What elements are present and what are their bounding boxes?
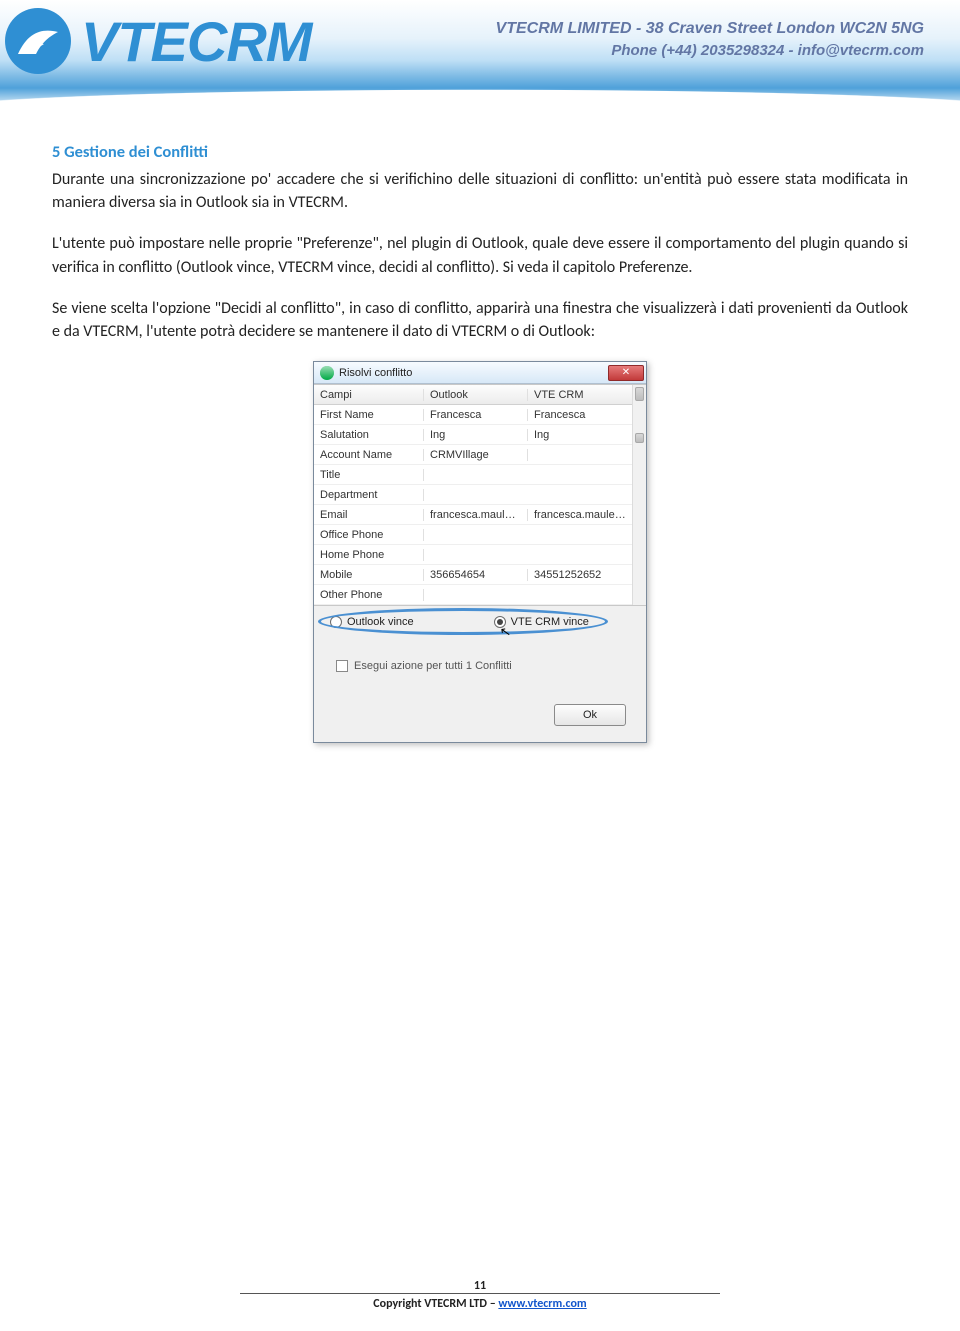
cell-vtecrm: 34551252652 [528, 569, 632, 581]
footer-link[interactable]: www.vtecrm.com [498, 1297, 586, 1311]
page-footer: 11 Copyright VTECRM LTD – www.vtecrm.com [0, 1279, 960, 1311]
table-row[interactable]: Home Phone [314, 545, 646, 565]
radio-outlook-wins[interactable]: Outlook vince [330, 616, 414, 628]
radio-vtecrm-label: VTE CRM vince [511, 616, 589, 628]
cell-field: First Name [314, 409, 424, 421]
dialog-title: Risolvi conflitto [339, 367, 412, 379]
conflict-dialog: Risolvi conflitto ✕ Campi Outlook VTE CR… [313, 361, 647, 743]
header-wave [0, 60, 960, 110]
dialog-titlebar[interactable]: Risolvi conflitto ✕ [314, 362, 646, 384]
radio-icon [330, 616, 342, 628]
cell-field: Mobile [314, 569, 424, 581]
paragraph-1: Durante una sincronizzazione po' accader… [52, 168, 908, 214]
scroll-thumb [635, 433, 644, 443]
header-phone-email: Phone (+44) 2035298324 - info@vtecrm.com [496, 42, 924, 59]
page-header: VTECRM VTECRM LIMITED - 38 Craven Street… [0, 0, 960, 110]
cell-outlook: Francesca [424, 409, 528, 421]
table-row[interactable]: Department [314, 485, 646, 505]
radio-outlook-label: Outlook vince [347, 616, 414, 628]
apply-all-label: Esegui azione per tutti 1 Conflitti [354, 660, 512, 672]
table-row[interactable]: Office Phone [314, 525, 646, 545]
cell-field: Email [314, 509, 424, 521]
cell-outlook: francesca.maule@cr... [424, 509, 528, 521]
section-title: 5 Gestione dei Conflitti [52, 142, 908, 162]
table-header-row: Campi Outlook VTE CRM [314, 385, 646, 405]
footer-divider [240, 1293, 720, 1294]
cell-field: Other Phone [314, 589, 424, 601]
table-row[interactable]: Mobile 356654654 34551252652 [314, 565, 646, 585]
cell-field: Home Phone [314, 549, 424, 561]
column-header-vtecrm[interactable]: VTE CRM [528, 389, 632, 401]
close-button[interactable]: ✕ [608, 365, 644, 381]
copyright-line: Copyright VTECRM LTD – www.vtecrm.com [0, 1297, 960, 1311]
scrollbar[interactable] [632, 385, 646, 605]
app-icon [320, 366, 334, 380]
cell-field: Title [314, 469, 424, 481]
cell-vtecrm: francesca.maule@cr... [528, 509, 632, 521]
dialog-buttons: Ok [314, 680, 646, 742]
conflict-choice-area: Outlook vince VTE CRM vince ↖ [314, 606, 646, 642]
page-number: 11 [0, 1279, 960, 1293]
cell-field: Department [314, 489, 424, 501]
table-row[interactable]: Other Phone [314, 585, 646, 605]
conflict-table: Campi Outlook VTE CRM First Name Frances… [314, 384, 646, 606]
paragraph-2: L'utente può impostare nelle proprie "Pr… [52, 232, 908, 278]
cell-vtecrm: Ing [528, 429, 632, 441]
cell-vtecrm: Francesca [528, 409, 632, 421]
document-body: 5 Gestione dei Conflitti Durante una sin… [0, 110, 960, 743]
ok-button-label: Ok [583, 709, 597, 721]
cell-field: Office Phone [314, 529, 424, 541]
cell-field: Account Name [314, 449, 424, 461]
apply-all-checkbox[interactable] [336, 660, 348, 672]
scroll-up-icon [635, 387, 644, 401]
header-address: VTECRM LIMITED - 38 Craven Street London… [496, 20, 924, 38]
column-header-outlook[interactable]: Outlook [424, 389, 528, 401]
ok-button[interactable]: Ok [554, 704, 626, 726]
table-row[interactable]: Account Name CRMVIllage [314, 445, 646, 465]
column-header-field[interactable]: Campi [314, 389, 424, 401]
cell-field: Salutation [314, 429, 424, 441]
close-icon: ✕ [622, 368, 630, 378]
header-contact: VTECRM LIMITED - 38 Craven Street London… [496, 20, 924, 59]
copyright-text: Copyright VTECRM LTD – [373, 1297, 498, 1311]
cell-outlook: 356654654 [424, 569, 528, 581]
apply-all-row: Esegui azione per tutti 1 Conflitti [314, 642, 646, 680]
cell-outlook: CRMVIllage [424, 449, 528, 461]
table-row[interactable]: Title [314, 465, 646, 485]
table-row[interactable]: Salutation Ing Ing [314, 425, 646, 445]
table-row[interactable]: First Name Francesca Francesca [314, 405, 646, 425]
cell-outlook: Ing [424, 429, 528, 441]
table-row[interactable]: Email francesca.maule@cr... francesca.ma… [314, 505, 646, 525]
paragraph-3: Se viene scelta l'opzione "Decidi al con… [52, 297, 908, 343]
